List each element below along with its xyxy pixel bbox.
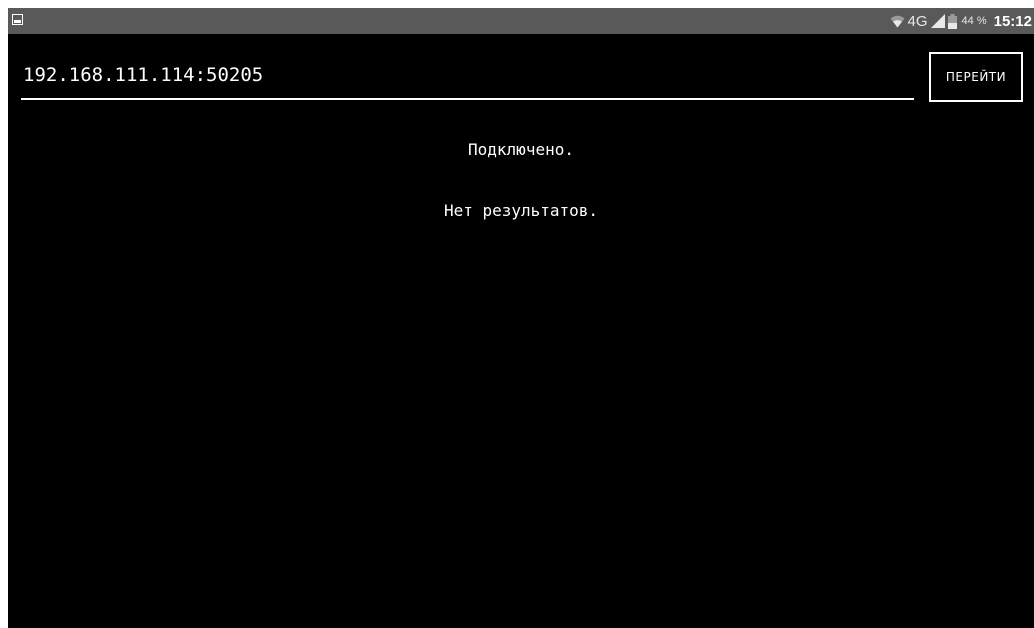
- app-screen: 4G 44 % 15:12 192.168.111.114:50205 ПЕРЕ…: [8, 8, 1034, 628]
- results-text: Нет результатов.: [443, 201, 599, 220]
- image-notification-icon: [12, 14, 23, 25]
- status-indicators: 4G 44 % 15:12: [890, 8, 1032, 34]
- address-input[interactable]: 192.168.111.114:50205: [21, 60, 914, 100]
- battery-icon: [947, 13, 957, 29]
- go-button[interactable]: ПЕРЕЙТИ: [929, 52, 1023, 102]
- wifi-icon: [890, 15, 905, 28]
- status-bar: 4G 44 % 15:12: [8, 8, 1034, 34]
- connection-status-text: Подключено.: [468, 140, 574, 159]
- clock: 15:12: [993, 12, 1032, 30]
- cell-signal-icon: [930, 14, 945, 28]
- network-type-label: 4G: [907, 12, 928, 30]
- battery-percent: 44 %: [961, 15, 987, 27]
